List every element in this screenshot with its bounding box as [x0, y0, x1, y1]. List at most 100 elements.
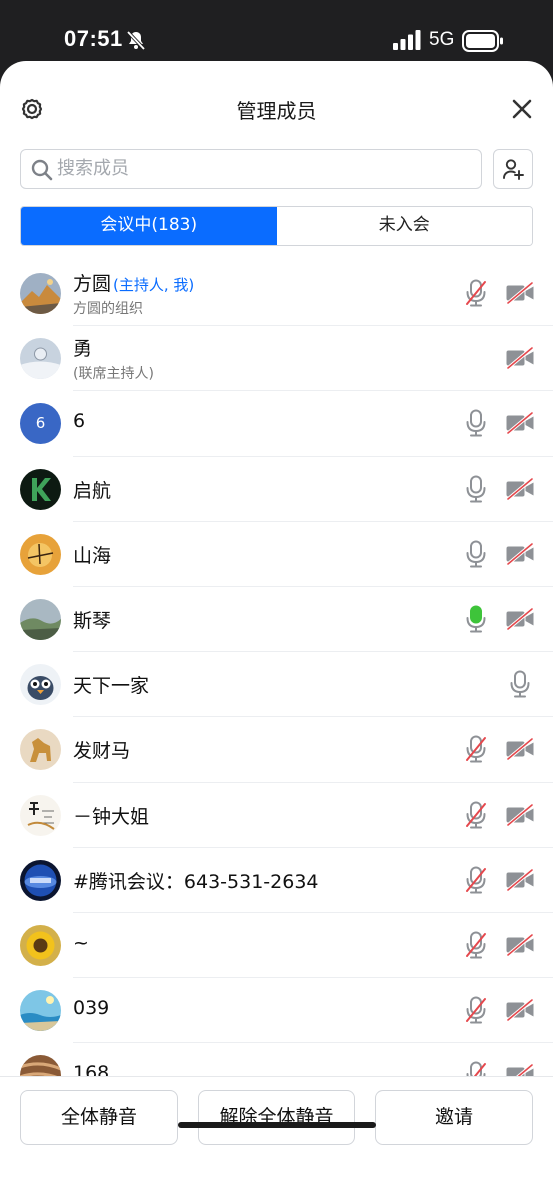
battery-icon — [462, 30, 503, 52]
member-name-text: 天下一家 — [73, 675, 150, 698]
avatar — [20, 533, 61, 575]
camera-off-icon[interactable] — [505, 346, 535, 370]
add-member-button[interactable] — [493, 149, 533, 189]
member-name: 天下一家 — [73, 671, 149, 698]
camera-button[interactable] — [505, 477, 535, 500]
mic-icon[interactable] — [465, 409, 487, 437]
mic-muted-icon[interactable] — [465, 279, 487, 307]
mic-icon[interactable] — [465, 605, 487, 633]
status-bar: 07:51 5G — [0, 0, 553, 60]
mic-button[interactable] — [465, 735, 487, 763]
member-row[interactable]: 山海 — [0, 522, 553, 588]
member-row[interactable]: －钟大姐 — [0, 783, 553, 848]
avatar — [20, 468, 61, 510]
member-row[interactable]: 66 — [0, 391, 553, 457]
camera-off-icon[interactable] — [505, 803, 535, 826]
member-name: ~ — [73, 932, 89, 954]
mic-icon[interactable] — [465, 540, 487, 568]
camera-button[interactable] — [505, 281, 535, 305]
member-tabs: 会议中(183) 未入会 — [20, 206, 533, 246]
mic-icon[interactable] — [509, 670, 531, 698]
search-box — [20, 149, 482, 189]
mic-muted-icon[interactable] — [465, 866, 487, 894]
avatar: 6 — [20, 403, 61, 445]
mic-button[interactable] — [465, 409, 487, 437]
role-tag: (主持人, 我) — [113, 276, 195, 294]
member-row[interactable]: 发财马 — [0, 717, 553, 783]
camera-off-icon[interactable] — [505, 477, 535, 500]
status-time: 07:51 — [64, 26, 123, 51]
mic-button[interactable] — [465, 605, 487, 633]
camera-off-icon[interactable] — [505, 868, 535, 892]
close-icon[interactable] — [510, 97, 534, 121]
member-subtitle: (联席主持人) — [73, 366, 154, 383]
camera-off-icon[interactable] — [505, 281, 535, 305]
mic-muted-icon[interactable] — [465, 996, 487, 1024]
member-name: 勇 — [73, 334, 92, 361]
member-name: 039 — [73, 997, 109, 1019]
camera-off-icon[interactable] — [505, 542, 535, 566]
network-type: 5G — [429, 29, 455, 50]
mic-muted-icon[interactable] — [465, 931, 487, 959]
member-name-text: 发财马 — [73, 740, 131, 763]
mic-icon[interactable] — [465, 475, 487, 503]
mic-button[interactable] — [465, 540, 487, 568]
member-row[interactable]: #腾讯会议：643-531-2634 — [0, 848, 553, 914]
mic-muted-icon[interactable] — [465, 735, 487, 763]
avatar — [20, 598, 61, 640]
member-name-text: #腾讯会议：643-531-2634 — [73, 870, 319, 893]
avatar — [20, 859, 61, 901]
camera-button[interactable] — [505, 542, 535, 566]
mic-button[interactable] — [465, 801, 487, 829]
avatar — [20, 729, 61, 771]
camera-button[interactable] — [505, 412, 535, 435]
mute-all-button[interactable]: 全体静音 — [20, 1090, 178, 1145]
camera-off-icon[interactable] — [505, 933, 535, 957]
member-name-text: 6 — [73, 410, 86, 433]
camera-off-icon[interactable] — [505, 737, 535, 761]
tab-not-joined[interactable]: 未入会 — [276, 207, 532, 245]
member-row[interactable]: 方圆 (主持人, 我) 方圆的组织 — [0, 261, 553, 327]
member-name: －钟大姐 — [73, 802, 149, 829]
avatar — [20, 924, 61, 966]
camera-off-icon[interactable] — [505, 412, 535, 435]
camera-button[interactable] — [505, 803, 535, 826]
camera-button[interactable] — [505, 737, 535, 761]
mic-button[interactable] — [465, 931, 487, 959]
tab-in-meeting[interactable]: 会议中(183) — [21, 207, 277, 245]
member-name: #腾讯会议：643-531-2634 — [73, 867, 319, 894]
avatar — [20, 273, 61, 314]
member-row[interactable]: 勇 (联席主持人) — [0, 326, 553, 392]
member-name: 启航 — [73, 476, 111, 503]
member-name-text: 方圆 — [73, 273, 112, 295]
member-row[interactable]: ~ — [0, 913, 553, 979]
unmute-all-button[interactable]: 解除全体静音 — [198, 1090, 355, 1145]
member-row[interactable]: 斯琴 — [0, 587, 553, 653]
camera-button[interactable] — [505, 346, 535, 370]
member-row[interactable]: 039 — [0, 978, 553, 1044]
avatar — [20, 664, 61, 706]
camera-button[interactable] — [505, 607, 535, 631]
member-name: 山海 — [73, 541, 111, 568]
mic-muted-icon[interactable] — [465, 801, 487, 829]
member-name-text: 039 — [73, 997, 110, 1020]
search-icon — [31, 159, 53, 181]
member-name-text: －钟大姐 — [73, 805, 150, 828]
camera-button[interactable] — [505, 933, 535, 957]
mic-button[interactable] — [465, 279, 487, 307]
mic-button[interactable] — [465, 475, 487, 503]
invite-button[interactable]: 邀请 — [375, 1090, 533, 1145]
camera-off-icon[interactable] — [505, 607, 535, 631]
mic-button[interactable] — [509, 670, 531, 698]
sheet-header: 管理成员 — [0, 61, 553, 151]
member-row[interactable]: 启航 — [0, 457, 553, 522]
mic-button[interactable] — [465, 866, 487, 894]
camera-button[interactable] — [505, 998, 535, 1022]
home-indicator — [178, 1122, 376, 1128]
camera-off-icon[interactable] — [505, 998, 535, 1022]
search-input[interactable] — [57, 150, 467, 187]
page-title: 管理成员 — [236, 99, 317, 123]
camera-button[interactable] — [505, 868, 535, 892]
mic-button[interactable] — [465, 996, 487, 1024]
member-row[interactable]: 天下一家 — [0, 652, 553, 718]
